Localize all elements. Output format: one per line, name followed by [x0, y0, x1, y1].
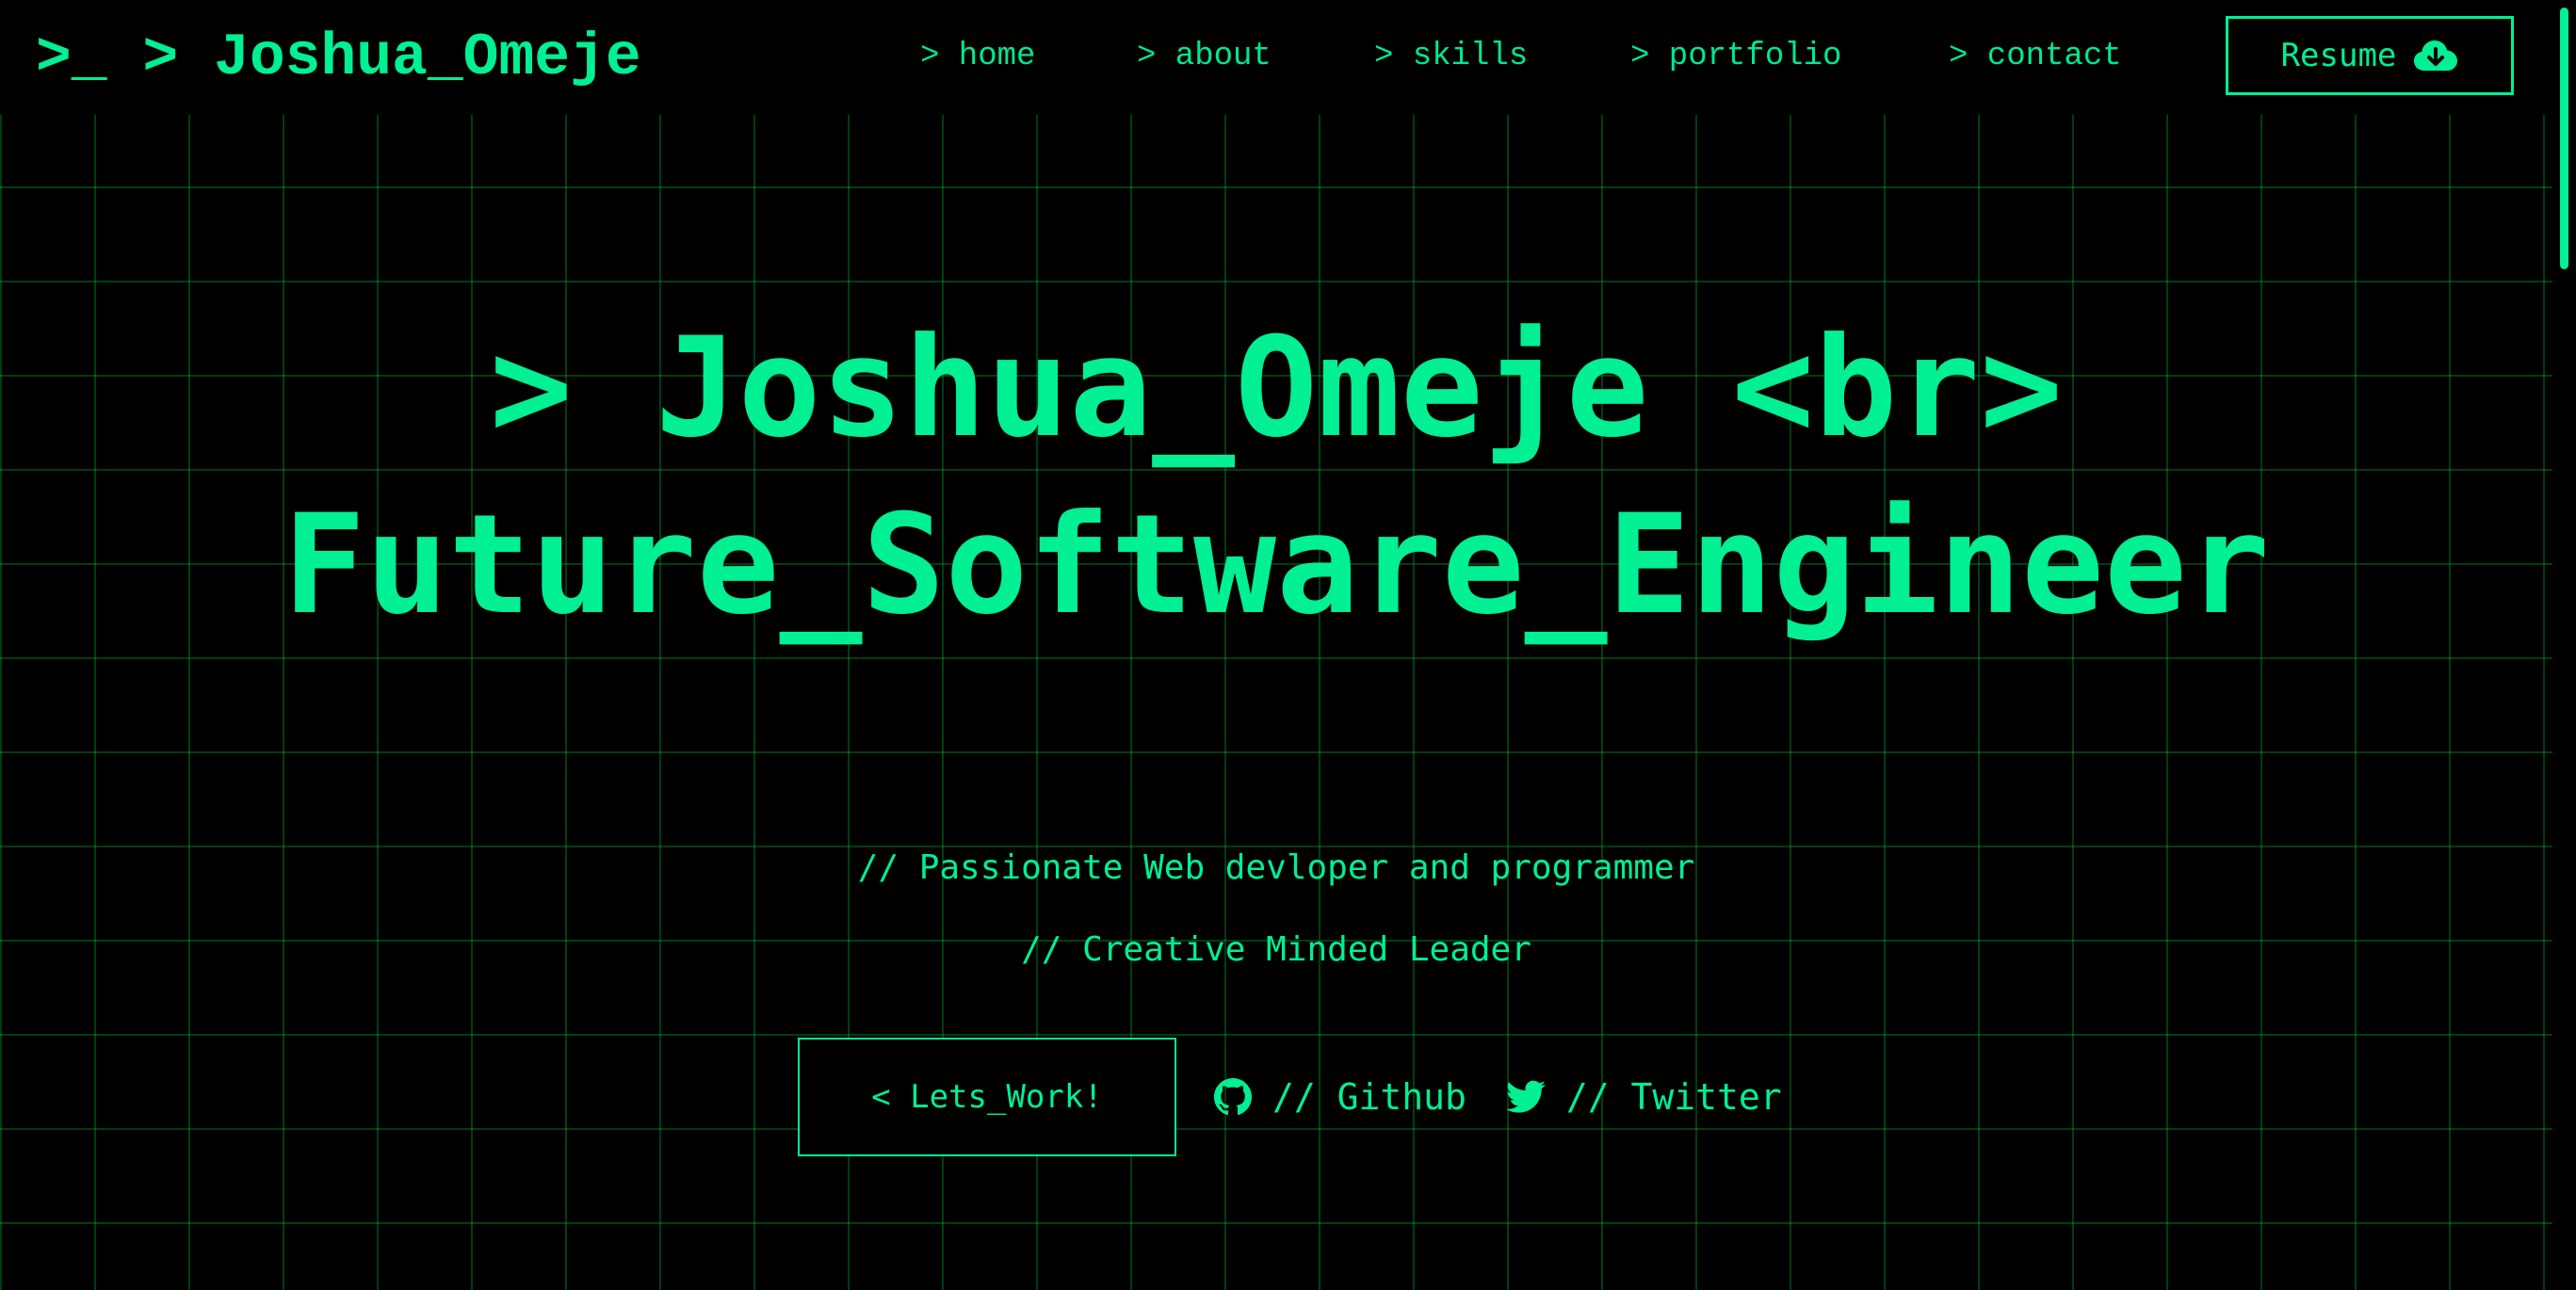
resume-label: Resume [2280, 37, 2397, 74]
hero-title-line-2: Future_Software_Engineer [283, 485, 2270, 645]
nav-home-link[interactable]: > home [920, 36, 1035, 77]
site-header: >_ > Joshua_Omeje > home > about > skill… [0, 0, 2552, 115]
nav-contact-link[interactable]: > contact [1949, 36, 2122, 77]
tagline-primary: // Passionate Web devloper and programme… [857, 848, 1695, 887]
page-scrollbar[interactable] [2552, 0, 2576, 1290]
twitter-label: // Twitter [1565, 1076, 1782, 1118]
nav-skills-link[interactable]: > skills [1374, 36, 1528, 77]
twitter-icon [1505, 1080, 1546, 1114]
github-label: // Github [1272, 1076, 1466, 1118]
site-logo[interactable]: >_ > Joshua_Omeje [36, 23, 641, 93]
scrollbar-thumb[interactable] [2560, 8, 2568, 269]
hero-title-line-1: > Joshua_Omeje <br> [489, 308, 2064, 468]
github-icon [1214, 1078, 1252, 1116]
nav-about-link[interactable]: > about [1137, 36, 1272, 77]
resume-button[interactable]: Resume [2226, 16, 2514, 95]
tagline-secondary: // Creative Minded Leader [1021, 930, 1531, 969]
cta-row: < Lets_Work! // Github // Twitter [798, 1038, 1782, 1156]
nav-portfolio-link[interactable]: > portfolio [1630, 36, 1841, 77]
hero-title: > Joshua_Omeje <br> Future_Software_Engi… [0, 299, 2552, 653]
cloud-download-icon [2413, 39, 2458, 73]
twitter-link[interactable]: // Twitter [1505, 1076, 1782, 1118]
github-link[interactable]: // Github [1214, 1076, 1466, 1118]
lets-work-button[interactable]: < Lets_Work! [798, 1038, 1176, 1156]
